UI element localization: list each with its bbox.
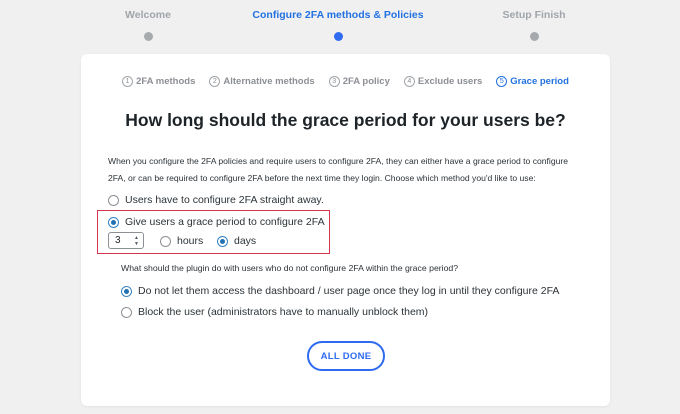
radio-block-user[interactable] [121, 306, 132, 318]
action-block-user-label: Block the user (administrators have to m… [138, 306, 429, 318]
substep-label: 2FA methods [136, 76, 196, 87]
step-number-icon: 1 [122, 76, 134, 87]
substep-2fa-policy[interactable]: 3 2FA policy [328, 76, 390, 87]
option-immediate-label: Users have to configure 2FA straight awa… [125, 194, 324, 206]
unit-hours-label: hours [177, 235, 204, 247]
wizard-step-configure: Configure 2FA methods & Policies [238, 9, 438, 41]
wizard-step-label: Configure 2FA methods & Policies [252, 9, 424, 21]
unit-days-option[interactable]: days [217, 235, 256, 247]
substep-label: Alternative methods [223, 76, 315, 87]
grace-period-stepper[interactable]: 3 ▲ ▼ [108, 232, 144, 249]
page-title: How long should the grace period for you… [125, 110, 566, 130]
option-immediate[interactable]: Users have to configure 2FA straight awa… [108, 194, 324, 206]
radio-block-access[interactable] [121, 285, 132, 297]
step-dot-icon [333, 32, 343, 41]
radio-immediate[interactable] [108, 194, 119, 206]
grace-question: What should the plugin do with users who… [121, 263, 459, 273]
step-number-icon: 5 [496, 76, 508, 87]
description-text: When you configure the 2FA policies and … [108, 156, 569, 183]
step-dot-icon [143, 32, 153, 41]
wizard-step-welcome: Welcome [48, 9, 248, 41]
unit-hours-option[interactable]: hours [160, 235, 203, 247]
substep-2fa-methods[interactable]: 1 2FA methods [122, 76, 195, 87]
wizard-step-label: Welcome [125, 9, 171, 21]
unit-days-label: days [234, 235, 257, 247]
substep-label: 2FA policy [342, 76, 390, 87]
grace-period-value: 3 [115, 235, 121, 246]
substep-label: Exclude users [417, 76, 483, 87]
radio-grace-period[interactable] [108, 216, 119, 228]
stepper-arrows-icon[interactable]: ▲ ▼ [134, 235, 139, 247]
substep-nav: 1 2FA methods 2 Alternative methods 3 2F… [81, 76, 610, 87]
wizard-step-finish: Setup Finish [434, 9, 634, 41]
substep-exclude-users[interactable]: 4 Exclude users [403, 76, 483, 87]
substep-alternative-methods[interactable]: 2 Alternative methods [209, 76, 315, 87]
step-number-icon: 4 [403, 76, 415, 87]
step-number-icon: 3 [328, 76, 340, 87]
wizard-card: 1 2FA methods 2 Alternative methods 3 2F… [81, 54, 610, 406]
substep-label: Grace period [510, 76, 569, 87]
substep-grace-period[interactable]: 5 Grace period [496, 76, 569, 87]
option-grace-period-label: Give users a grace period to configure 2… [125, 216, 325, 228]
action-block-access[interactable]: Do not let them access the dashboard / u… [121, 285, 559, 297]
radio-days[interactable] [217, 235, 228, 247]
option-grace-period[interactable]: Give users a grace period to configure 2… [108, 216, 325, 228]
step-dot-icon [529, 32, 539, 41]
action-block-user[interactable]: Block the user (administrators have to m… [121, 306, 428, 318]
all-done-button[interactable]: ALL DONE [307, 341, 385, 371]
wizard-step-label: Setup Finish [502, 9, 566, 21]
wizard-steps: Welcome Configure 2FA methods & Policies… [0, 0, 680, 50]
step-number-icon: 2 [209, 76, 221, 87]
action-block-access-label: Do not let them access the dashboard / u… [138, 285, 560, 297]
radio-hours[interactable] [160, 235, 171, 247]
